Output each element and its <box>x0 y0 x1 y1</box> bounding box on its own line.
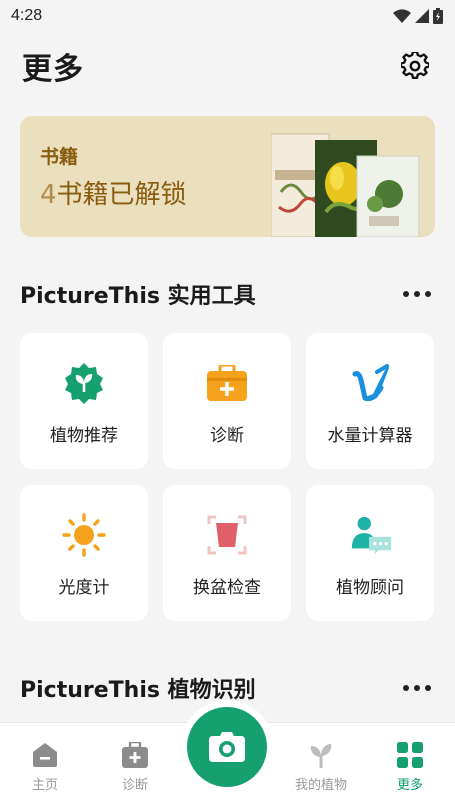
books-banner-subtitle: 4书籍已解锁 <box>40 174 187 211</box>
grid-icon <box>396 741 424 769</box>
more-dot <box>403 291 409 297</box>
sprout-icon <box>307 741 335 769</box>
tab-diagnose[interactable]: 诊断 <box>95 723 175 803</box>
tool-diagnose[interactable]: 诊断 <box>163 333 291 469</box>
tools-grid: 植物推荐 诊断 水量计算器 光度计 换盆检查 植物顾问 <box>20 333 435 621</box>
more-dot <box>425 685 431 691</box>
tool-label: 换盆检查 <box>193 578 261 598</box>
tool-plant-recommendation[interactable]: 植物推荐 <box>20 333 148 469</box>
books-banner-title: 书籍 <box>40 146 79 168</box>
camera-button[interactable] <box>187 707 267 787</box>
tab-home[interactable]: 主页 <box>5 723 85 803</box>
status-time: 4:28 <box>11 7 43 24</box>
tool-light-meter[interactable]: 光度计 <box>20 485 148 621</box>
tool-repot-check[interactable]: 换盆检查 <box>163 485 291 621</box>
medical-kit-icon <box>205 361 249 405</box>
tools-section-title: PictureThis 实用工具 <box>20 284 256 309</box>
settings-button[interactable] <box>399 50 431 82</box>
water-cup-icon <box>348 361 392 405</box>
status-icons <box>393 8 443 24</box>
tab-label: 更多 <box>396 778 423 793</box>
tools-section-header: PictureThis 实用工具 <box>20 278 435 310</box>
status-bar: 4:28 <box>0 0 455 32</box>
gear-icon <box>401 52 429 80</box>
tool-label: 水量计算器 <box>327 426 413 446</box>
sun-icon <box>62 513 106 557</box>
tool-plant-advisor[interactable]: 植物顾问 <box>306 485 434 621</box>
diagnose-icon <box>121 741 149 769</box>
tool-label: 诊断 <box>210 426 244 446</box>
battery-icon <box>433 8 443 24</box>
more-dot <box>425 291 431 297</box>
tool-water-calculator[interactable]: 水量计算器 <box>306 333 434 469</box>
more-dot <box>403 685 409 691</box>
home-icon <box>31 741 59 769</box>
more-dot <box>414 291 420 297</box>
tool-label: 植物推荐 <box>50 426 118 446</box>
advisor-chat-icon <box>348 513 392 557</box>
signal-icon <box>415 9 429 23</box>
identify-more-button[interactable] <box>403 685 435 691</box>
camera-icon <box>209 732 245 762</box>
pot-scan-icon <box>205 513 249 557</box>
tool-label: 光度计 <box>58 578 110 598</box>
tab-label: 我的植物 <box>294 778 347 793</box>
books-unlocked-label: 书籍已解锁 <box>56 180 187 210</box>
identify-section-title: PictureThis 植物识别 <box>20 678 256 703</box>
tools-more-button[interactable] <box>403 291 435 297</box>
page-title: 更多 <box>22 52 84 87</box>
page-header: 更多 <box>0 40 455 92</box>
more-dot <box>414 685 420 691</box>
wifi-icon <box>393 9 411 23</box>
plant-badge-icon <box>62 361 106 405</box>
books-banner[interactable]: 书籍 4书籍已解锁 <box>20 116 435 237</box>
tab-my-plants[interactable]: 我的植物 <box>281 723 361 803</box>
books-cover-illustration <box>271 133 420 237</box>
books-count: 4 <box>40 180 57 210</box>
tab-more[interactable]: 更多 <box>370 723 450 803</box>
tool-label: 植物顾问 <box>336 578 404 598</box>
tab-label: 主页 <box>31 778 58 793</box>
tab-label: 诊断 <box>121 778 148 793</box>
